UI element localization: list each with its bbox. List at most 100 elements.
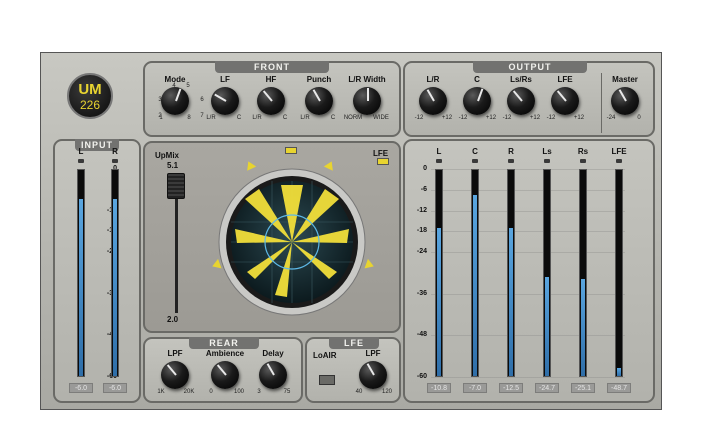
rear-ambience-min-label: 0 [209, 389, 213, 395]
rear-delay-knob-indicator [266, 363, 275, 376]
level-meter [543, 169, 551, 377]
logo-text-226: 226 [79, 98, 101, 112]
front-hf-min-label: L/R [252, 115, 262, 121]
rear-delay-knob[interactable] [259, 361, 287, 389]
rear-delay-label: Delay [262, 349, 284, 358]
peak-readout[interactable]: -7.0 [463, 383, 487, 393]
upmix-bottom-value: 2.0 [167, 315, 179, 324]
clip-led [112, 159, 118, 163]
rear-delay-min-label: 3 [257, 389, 261, 395]
surround-field-display [218, 168, 366, 316]
peak-readout[interactable]: -12.5 [499, 383, 523, 393]
mode-knob-indicator [175, 88, 182, 102]
level-meter-fill [437, 228, 441, 376]
front-punch-knob-indicator [312, 89, 321, 102]
out-c-knob[interactable] [463, 87, 491, 115]
lfe-lpf-max-label: 120 [381, 389, 392, 395]
lfe-lpf-knob[interactable] [359, 361, 387, 389]
out-lfe-max-label: +12 [573, 115, 585, 121]
input-panel: INPUT 0-6-12-18-24-36-48-60L-6.0R-6.0 [53, 139, 141, 403]
speaker-c-marker-icon [285, 147, 297, 154]
mode-step-label: 5 [186, 83, 190, 89]
meter-scale-line [431, 210, 625, 212]
front-hf-knob-indicator [263, 90, 273, 102]
rear-delay-max-label: 75 [283, 389, 291, 395]
mode-step-label: 4 [172, 83, 176, 89]
mode-step-label: 7 [200, 113, 204, 119]
front-panel: FRONT Mode 1 8 LF L/R C HF L/R C Punch L/R C L/R Wid… [143, 61, 401, 137]
meter-scale-line [431, 169, 625, 170]
meter-scale-tick: -24 [416, 248, 427, 256]
front-lr-width-max-label: WIDE [373, 115, 389, 121]
out-lsrs-knob[interactable] [507, 87, 535, 115]
meter-scale-tick: -12 [416, 206, 427, 214]
meter-scale-tick: -36 [416, 289, 427, 297]
mode-step-label: 2 [158, 113, 162, 119]
rear-panel: REAR LPF 1K 20K Ambience 0 100 Delay 3 75 [143, 337, 303, 403]
front-lr-width-knob[interactable] [353, 87, 381, 115]
peak-readout[interactable]: -6.0 [103, 383, 127, 393]
meter-channel-label: L [78, 147, 84, 156]
out-lfe-knob[interactable] [551, 87, 579, 115]
meter-scale-tick: -60 [416, 373, 427, 380]
out-lfe-knob-indicator [557, 90, 567, 102]
lfe-indicator-icon [377, 158, 389, 165]
peak-readout[interactable]: -25.1 [571, 383, 595, 393]
rear-lpf-knob[interactable] [161, 361, 189, 389]
lfe-indicator-label: LFE [373, 149, 389, 158]
out-master-label: Master [612, 75, 638, 84]
out-lr-knob[interactable] [419, 87, 447, 115]
out-master-knob-indicator [618, 89, 627, 102]
output-panel: OUTPUT L/R -12 +12 C -12 +12 Ls/Rs -12 +12 LFE -12… [403, 61, 655, 137]
peak-readout[interactable]: -6.0 [69, 383, 93, 393]
peak-readout[interactable]: -48.7 [607, 383, 631, 393]
out-master-knob[interactable] [611, 87, 639, 115]
meter-channel-label: C [472, 147, 478, 156]
clip-led [472, 159, 478, 163]
level-meter [471, 169, 479, 377]
meter-channel-label: R [112, 147, 118, 156]
level-meter-fill [509, 228, 513, 376]
meter-channel-label: L [436, 147, 442, 156]
rear-ambience-knob[interactable] [211, 361, 239, 389]
upmix-top-value: 5.1 [167, 161, 179, 170]
level-meter [77, 169, 85, 377]
front-lr-width-knob-indicator [367, 88, 369, 101]
level-meter-fill [113, 199, 117, 376]
lfe-title: LFE [329, 337, 379, 349]
loair-switch[interactable] [319, 375, 335, 385]
mode-step-label: 6 [200, 97, 204, 103]
rear-title: REAR [189, 337, 259, 349]
front-hf-knob[interactable] [257, 87, 285, 115]
out-c-min-label: -12 [458, 115, 468, 121]
level-meter-fill [79, 199, 83, 376]
front-punch-knob[interactable] [305, 87, 333, 115]
level-meter [435, 169, 443, 377]
peak-readout[interactable]: -10.8 [427, 383, 451, 393]
meter-scale-line [431, 293, 625, 295]
loair-label: LoAIR [313, 351, 337, 360]
meter-scale-line [431, 335, 625, 337]
logo-text-um: UM [78, 81, 102, 98]
upmix-slider-handle[interactable] [167, 173, 185, 199]
level-meter [579, 169, 587, 377]
level-meter [615, 169, 623, 377]
mode-knob[interactable] [161, 87, 189, 115]
front-lr-width-min-label: NORM [343, 115, 363, 121]
meter-scale-line [431, 377, 625, 378]
front-lf-knob[interactable] [211, 87, 239, 115]
meter-scale-line [431, 231, 625, 233]
peak-readout[interactable]: -24.7 [535, 383, 559, 393]
out-master-min-label: -24 [606, 115, 616, 121]
meter-scale-line [431, 252, 625, 254]
level-meter-fill [473, 195, 477, 376]
rear-ambience-max-label: 100 [233, 389, 244, 395]
clip-led [436, 159, 442, 163]
level-meter-fill [617, 368, 621, 376]
rear-lpf-knob-indicator [167, 364, 177, 376]
lfe-lpf-label: LPF [365, 349, 381, 358]
rear-ambience-knob-indicator [217, 364, 227, 376]
out-lsrs-knob-indicator [513, 90, 523, 102]
front-lf-max-label: C [236, 115, 242, 121]
lfe-lpf-knob-indicator [366, 363, 375, 376]
